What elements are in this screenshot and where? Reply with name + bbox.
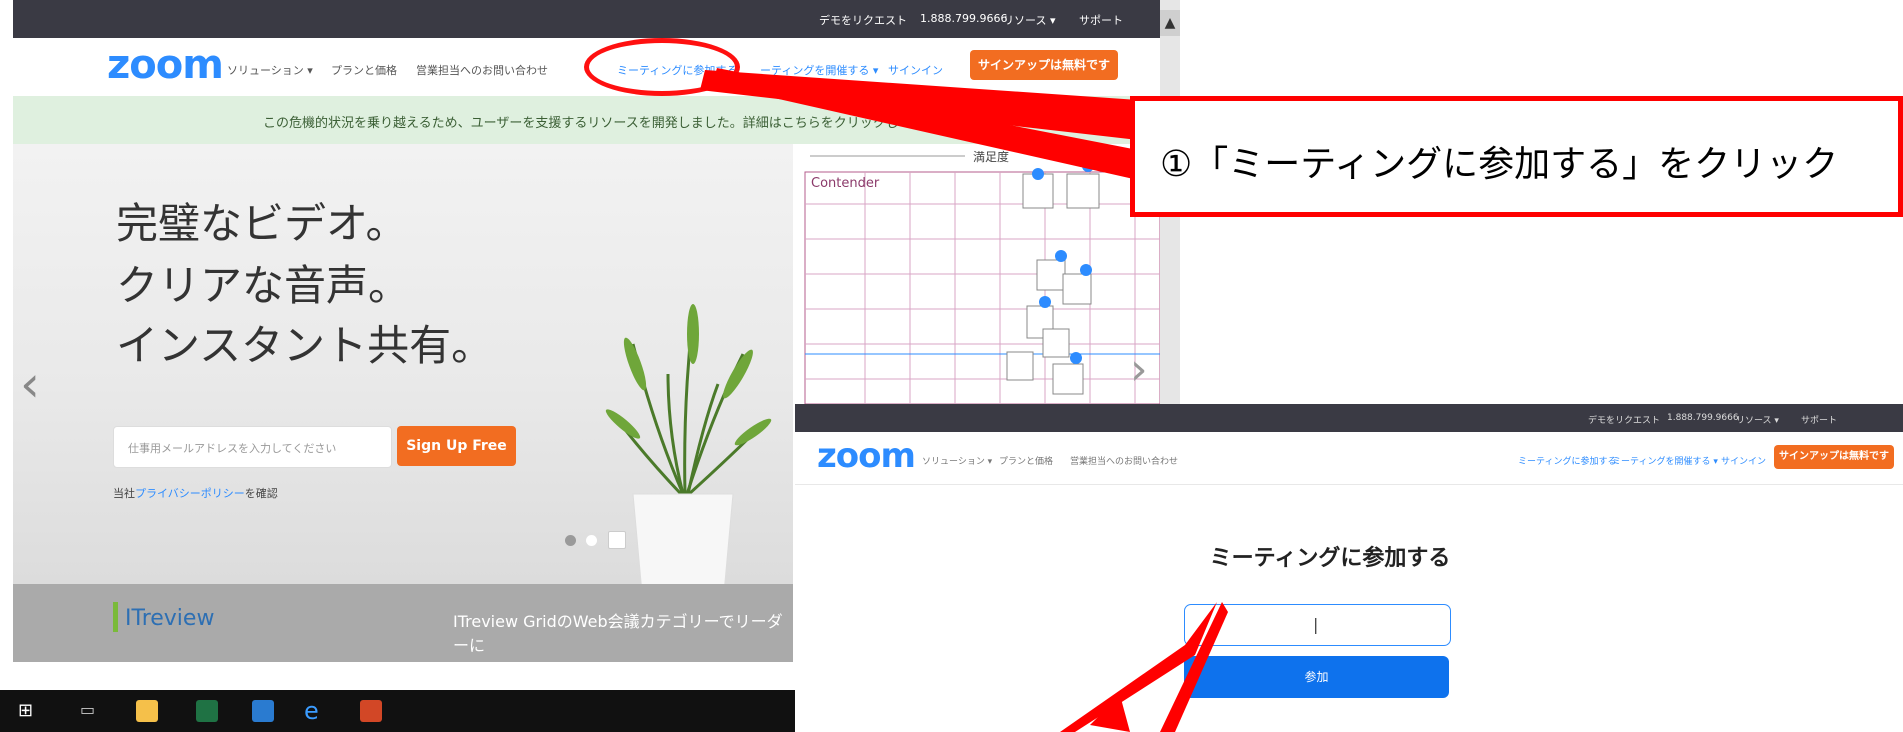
- instruction-callout: ①「ミーティングに参加する」をクリック: [1130, 96, 1903, 217]
- instruction-text: ①「ミーティングに参加する」をクリック: [1160, 144, 1839, 185]
